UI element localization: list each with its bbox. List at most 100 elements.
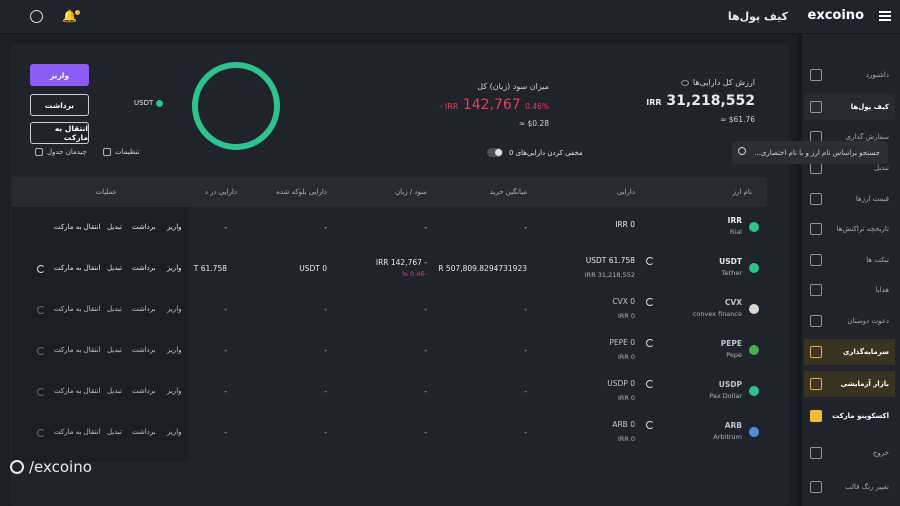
row-deposit-link[interactable]: واریز [167, 346, 182, 354]
sidebar-item-5[interactable]: تاریخچه تراکنش‌ها [804, 216, 895, 242]
profit-title: میزان سود (زیان) کل [477, 82, 549, 91]
row-withdraw-link[interactable]: برداشت [132, 387, 156, 395]
sync-icon[interactable] [646, 298, 654, 306]
sidebar-item-13[interactable]: تغییر رنگ قالب [804, 474, 895, 500]
row-deposit-link[interactable]: واریز [167, 387, 182, 395]
search-input[interactable]: جستجو براساس نام ارز و یا نام اختصاری... [732, 141, 888, 164]
eye-icon[interactable] [680, 79, 689, 86]
row-withdraw-link[interactable]: برداشت [132, 223, 156, 231]
col-avg-buy[interactable]: میانگین خرید [490, 188, 527, 196]
sidebar-item-6[interactable]: تیکت ها [804, 247, 895, 273]
pnl-value: - IRR 142,767 [375, 258, 427, 267]
coin-symbol: ARB [724, 421, 742, 430]
table-row[interactable]: CVX convex finance CVX 0 IRR 0 - - - - و… [12, 289, 767, 330]
hide-zero-toggle[interactable]: مخفی کردن دارایی‌های 0 [487, 148, 583, 157]
balance-irr: IRR 0 [617, 435, 635, 443]
row-convert-link[interactable]: تبدیل [107, 387, 122, 395]
row-convert-link[interactable]: تبدیل [107, 305, 122, 313]
user-icon[interactable] [30, 10, 43, 23]
row-deposit-link[interactable]: واریز [167, 428, 182, 436]
refresh-icon[interactable] [37, 306, 45, 314]
table-layout-button[interactable]: چیدمان جدول [35, 148, 87, 156]
sidebar-item-11[interactable]: اکسکوینو مارکت [804, 403, 895, 429]
table-row[interactable]: IRR Rial IRR 0 - - - - واریز برداشت تبدی… [12, 207, 767, 248]
sync-icon[interactable] [646, 380, 654, 388]
sidebar-item-8[interactable]: دعوت دوستان [804, 308, 895, 334]
scrollbar[interactable] [797, 34, 802, 506]
row-convert-link[interactable]: تبدیل [107, 223, 122, 231]
sidebar-item-9[interactable]: سرمایه‌گذاری [804, 339, 895, 365]
blocked-value: - [324, 428, 327, 437]
settings-label: تنظیمات [115, 148, 140, 156]
row-convert-link[interactable]: تبدیل [107, 264, 122, 272]
row-convert-link[interactable]: تبدیل [107, 428, 122, 436]
sync-icon[interactable] [646, 339, 654, 347]
row-deposit-link[interactable]: واریز [167, 264, 182, 272]
sidebar-item-label: داشبورد [865, 71, 889, 79]
refresh-icon[interactable] [37, 347, 45, 355]
sidebar-item-0[interactable]: داشبورد [804, 62, 895, 88]
balance-value: PEPE 0 [609, 338, 635, 347]
row-transfer-link[interactable]: انتقال به مارکت [54, 346, 100, 354]
row-convert-link[interactable]: تبدیل [107, 346, 122, 354]
col-pnl[interactable]: سود / زیان [395, 188, 427, 196]
row-deposit-link[interactable]: واریز [167, 305, 182, 313]
sidebar-item-label: اکسکوینو مارکت [832, 412, 889, 420]
refresh-icon[interactable] [37, 265, 45, 273]
search-icon [738, 147, 746, 155]
avg-buy-value: - [524, 346, 527, 355]
sidebar-item-label: سفارش گذاری [845, 133, 889, 141]
refresh-icon[interactable] [37, 429, 45, 437]
refresh-icon[interactable] [37, 388, 45, 396]
table-row[interactable]: ARB Arbitrum ARB 0 IRR 0 - - - - واریز ب… [12, 412, 767, 453]
toggle-switch[interactable] [487, 148, 503, 157]
profit-usd: $0.28 [527, 119, 549, 128]
donut-legend: USDT [134, 99, 164, 107]
allocation-donut [192, 62, 280, 150]
row-withdraw-link[interactable]: برداشت [132, 305, 156, 313]
menu-icon[interactable] [879, 11, 891, 21]
col-in-orders[interactable]: دارایی در د [205, 188, 237, 196]
coin-symbol: IRR [727, 216, 742, 225]
sync-icon[interactable] [646, 421, 654, 429]
sidebar: داشبورد کیف پول‌ها سفارش گذاری تبدیل قیمت ار… [800, 34, 900, 506]
sidebar-item-4[interactable]: قیمت ارزها [804, 186, 895, 212]
row-transfer-link[interactable]: انتقال به مارکت [54, 428, 100, 436]
row-transfer-link[interactable]: انتقال به مارکت [54, 223, 100, 231]
sidebar-item-label: تیکت ها [866, 256, 889, 264]
col-blocked[interactable]: دارایی بلوکه شده [276, 188, 327, 196]
table-row[interactable]: PEPE Pepe PEPE 0 IRR 0 - - - - واریز برد… [12, 330, 767, 371]
sidebar-item-label: تبدیل [874, 164, 889, 172]
total-unit: IRR [646, 98, 662, 107]
sidebar-item-1[interactable]: کیف پول‌ها [804, 94, 895, 120]
table-row[interactable]: USDP Pax Dollar USDP 0 IRR 0 - - - - وار… [12, 371, 767, 412]
coin-icon [749, 427, 759, 437]
settings-button[interactable]: تنظیمات [103, 148, 140, 156]
withdraw-button[interactable]: برداشت [30, 94, 89, 116]
blocked-value: - [324, 346, 327, 355]
row-transfer-link[interactable]: انتقال به مارکت [54, 264, 100, 272]
row-transfer-link[interactable]: انتقال به مارکت [54, 387, 100, 395]
sidebar-item-10[interactable]: بازار آزمایشی [804, 371, 895, 397]
row-withdraw-link[interactable]: برداشت [132, 428, 156, 436]
table-row[interactable]: USDT Tether USDT 61.758 IRR 31,218,552 R… [12, 248, 767, 289]
in-orders-value: - [224, 346, 227, 355]
col-name[interactable]: نام ارز [733, 188, 752, 196]
row-deposit-link[interactable]: واریز [167, 223, 182, 231]
transfer-market-button[interactable]: انتقال به مارکت [30, 122, 89, 144]
approx-sign: ≈ [518, 119, 526, 128]
sidebar-item-12[interactable]: خروج [804, 440, 895, 466]
row-withdraw-link[interactable]: برداشت [132, 264, 156, 272]
coin-symbol: CVX [724, 298, 742, 307]
excoino-logo[interactable]: excoino [808, 8, 864, 23]
deposit-button[interactable]: واریز [30, 64, 89, 86]
sidebar-item-7[interactable]: هدایا [804, 277, 895, 303]
row-withdraw-link[interactable]: برداشت [132, 346, 156, 354]
coin-icon [749, 386, 759, 396]
sync-icon[interactable] [646, 257, 654, 265]
coin-name: Arbitrum [713, 433, 742, 441]
sidebar-item-label: هدایا [875, 286, 889, 294]
col-balance[interactable]: دارایی [617, 188, 635, 196]
row-transfer-link[interactable]: انتقال به مارکت [54, 305, 100, 313]
bell-icon[interactable]: 🔔 [62, 9, 80, 23]
